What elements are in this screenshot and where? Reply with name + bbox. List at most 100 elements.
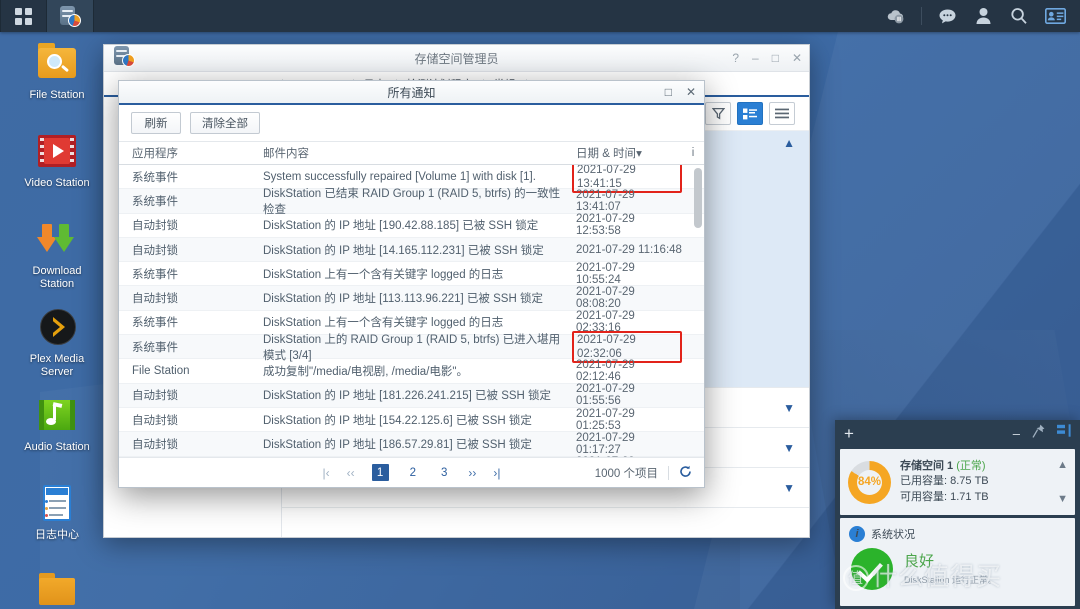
audio-station-icon <box>34 394 80 436</box>
dialog-maximize-button[interactable]: □ <box>665 85 672 99</box>
table-row[interactable]: 系统事件 DiskStation 上有一个含有关键字 logged 的日志 2021… <box>119 261 704 287</box>
sort-descending-icon: ▾ <box>636 148 642 160</box>
table-row[interactable]: 系统事件 DiskStation 上的 RAID Group 1 (RAID 5,… <box>119 330 704 363</box>
cell-app: 系统事件 <box>132 341 178 354</box>
desktop-icon-file-station[interactable]: File Station <box>14 36 100 124</box>
column-header-datetime[interactable]: 日期 & 时间▾ <box>570 145 682 161</box>
desktop-icon-video-station[interactable]: Video Station <box>14 124 100 212</box>
page-button-1[interactable]: 1 <box>371 464 389 481</box>
table-row[interactable]: 自动封锁 DiskStation 的 IP 地址 [154.22.125.6] 已… <box>119 408 704 433</box>
clear-all-button[interactable]: 清除全部 <box>190 112 260 134</box>
widget-minimize-button[interactable]: – <box>1013 426 1020 441</box>
desktop-icon-log-center[interactable]: 日志中心 <box>14 476 100 564</box>
desktop-icon-mp4-folder[interactable]: MP4 <box>14 564 100 609</box>
info-icon: i <box>849 526 865 542</box>
pin-icon[interactable] <box>1032 424 1045 443</box>
last-page-button[interactable]: ›| <box>493 466 500 480</box>
table-row[interactable]: 系统事件 DiskStation 已结束 RAID Group 1 (RAID 5… <box>119 188 704 216</box>
cell-datetime: 2021-07-29 02:32:06 <box>570 330 682 363</box>
storage-widget-card[interactable]: 84% 存储空间 1 (正常) 已用容量: 8.75 TB 可用容量: 1.71… <box>840 449 1075 515</box>
cell-app: 自动封锁 <box>132 438 178 451</box>
close-button[interactable]: ✕ <box>792 51 802 65</box>
column-header-message[interactable]: 邮件内容 <box>255 145 570 161</box>
pagination-right: 1000 个项目 <box>595 465 704 481</box>
storage-manager-titlebar[interactable]: 存储空间管理员 ? – □ ✕ <box>104 45 809 72</box>
desktop-icon-label: Plex Media Server <box>29 353 85 378</box>
cell-app: 自动封锁 <box>132 293 178 306</box>
chevron-down-icon[interactable]: ▼ <box>783 442 795 454</box>
layout-icon[interactable] <box>1057 424 1072 442</box>
desktop-icon-list: File Station Video Station Download Stat… <box>14 36 100 609</box>
pagination-divider <box>668 465 669 480</box>
notifications-table-header: 应用程序 邮件内容 日期 & 时间▾ i <box>119 141 704 165</box>
table-row[interactable]: File Station 成功复制"/media/电视剧, /media/电影"。… <box>119 359 704 384</box>
cell-app: 自动封锁 <box>132 220 178 233</box>
column-options-icon[interactable]: i <box>682 147 704 159</box>
next-page-button[interactable]: ›› <box>468 466 476 480</box>
storage-usage-donut: 84% <box>848 460 891 504</box>
taskbar-main-menu-button[interactable] <box>0 0 47 32</box>
desktop-icon-label: File Station <box>29 89 85 101</box>
used-capacity-label: 已用容量: <box>900 475 948 488</box>
upload-status-icon[interactable] <box>879 0 913 32</box>
table-row[interactable]: 自动封锁 DiskStation 的 IP 地址 [181.226.241.215… <box>119 383 704 408</box>
all-notifications-dialog: 所有通知 □ ✕ 刷新 清除全部 应用程序 邮件内容 日期 & 时间▾ i 系统… <box>118 80 705 488</box>
maximize-button[interactable]: □ <box>772 51 779 65</box>
check-circle-icon <box>851 548 893 590</box>
tray-divider <box>921 7 922 25</box>
desktop-icon-download-station[interactable]: Download Station <box>14 212 100 300</box>
page-button-2[interactable]: 2 <box>406 467 420 479</box>
cell-message: System successfully repaired [Volume 1] … <box>263 170 536 183</box>
column-header-app[interactable]: 应用程序 <box>119 145 255 161</box>
pagination-bar: |‹ ‹‹ 1 2 3 ›› ›| 1000 个项目 <box>119 457 704 487</box>
refresh-icon[interactable] <box>679 465 692 481</box>
desktop-icon-audio-station[interactable]: Audio Station <box>14 388 100 476</box>
add-widget-button[interactable]: + <box>844 425 854 442</box>
system-health-body: 良好 DiskStation 运行正常。 <box>849 548 1067 590</box>
cell-datetime: 2021-07-29 10:55:24 <box>576 261 635 286</box>
list-detail-view-icon[interactable] <box>737 102 763 125</box>
cell-message: DiskStation 已结束 RAID Group 1 (RAID 5, bt… <box>263 187 561 216</box>
chevron-down-icon[interactable]: ▼ <box>783 482 795 494</box>
help-button[interactable]: ? <box>732 51 739 65</box>
table-row[interactable]: 自动封锁 DiskStation 的 IP 地址 [14.165.112.231]… <box>119 237 704 263</box>
desktop-icon-label: Audio Station <box>24 441 90 453</box>
desktop-icon-plex-media-server[interactable]: Plex Media Server <box>14 300 100 388</box>
cell-message: DiskStation 的 IP 地址 [190.42.88.185] 已被 S… <box>263 220 539 233</box>
dialog-titlebar[interactable]: 所有通知 □ ✕ <box>119 81 704 105</box>
widgets-icon[interactable] <box>1038 0 1072 32</box>
user-options-icon[interactable] <box>966 0 1000 32</box>
used-capacity-value: 8.75 TB <box>950 475 989 488</box>
scrollbar-thumb[interactable] <box>694 168 702 228</box>
cell-app: 自动封锁 <box>132 414 178 427</box>
minimize-button[interactable]: – <box>752 51 759 65</box>
storage-volume-status: (正常) <box>956 459 986 472</box>
notifications-icon[interactable] <box>930 0 964 32</box>
free-capacity-label: 可用容量: <box>900 490 948 503</box>
filter-icon[interactable] <box>705 102 731 125</box>
chevron-down-icon[interactable]: ▼ <box>1057 493 1068 505</box>
dialog-title: 所有通知 <box>387 85 436 100</box>
storage-widget-text: 存储空间 1 (正常) 已用容量: 8.75 TB 可用容量: 1.71 TB <box>900 459 989 506</box>
chevron-up-icon[interactable]: ▲ <box>783 137 795 149</box>
cell-message: DiskStation 的 IP 地址 [186.57.29.81] 已被 SS… <box>263 438 532 451</box>
widget-header: + – <box>835 420 1080 446</box>
page-button-3[interactable]: 3 <box>437 467 451 479</box>
list-view-icon[interactable] <box>769 102 795 125</box>
chevron-down-icon[interactable]: ▼ <box>783 402 795 414</box>
dialog-toolbar: 刷新 清除全部 <box>119 105 704 141</box>
storage-manager-icon <box>59 5 81 27</box>
system-health-widget-card[interactable]: i 系统状况 良好 DiskStation 运行正常。 <box>840 518 1075 606</box>
table-row[interactable]: 自动封锁 DiskStation 的 IP 地址 [190.42.88.185] … <box>119 213 704 238</box>
prev-page-button[interactable]: ‹‹ <box>347 466 355 480</box>
table-row[interactable]: 自动封锁 DiskStation 的 IP 地址 [186.57.29.81] 已… <box>119 432 704 457</box>
first-page-button[interactable]: |‹ <box>322 466 329 480</box>
taskbar-app-storage-manager[interactable] <box>47 0 94 32</box>
vertical-scrollbar[interactable] <box>694 168 702 457</box>
cell-datetime: 2021-07-29 13:41:07 <box>576 188 635 213</box>
table-row[interactable]: 自动封锁 DiskStation 的 IP 地址 [113.113.96.221]… <box>119 286 704 311</box>
refresh-button[interactable]: 刷新 <box>131 112 181 134</box>
search-icon[interactable] <box>1002 0 1036 32</box>
dialog-close-button[interactable]: ✕ <box>686 85 696 99</box>
chevron-up-icon[interactable]: ▲ <box>1057 459 1068 471</box>
